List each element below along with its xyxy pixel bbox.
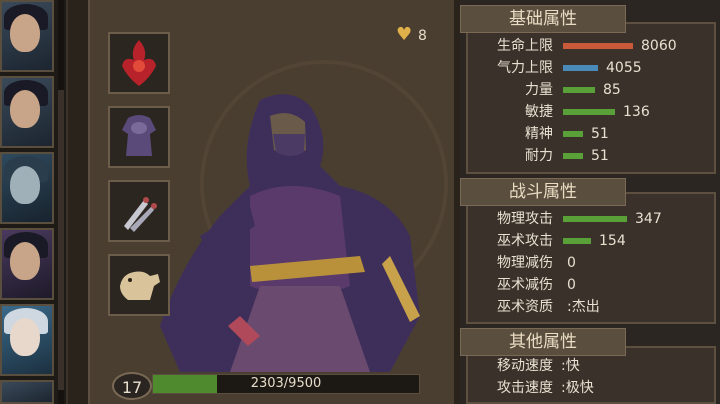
attribute-row: 敏捷 136 (0, 102, 720, 122)
attribute-row: 物理减伤 0 (0, 253, 720, 273)
attribute-label: 巫术减伤 (497, 277, 553, 293)
attribute-label: 巫术攻击 (497, 233, 553, 249)
attribute-value: 51 (591, 126, 609, 142)
attribute-label: 精神 (525, 126, 553, 142)
attribute-value: :极快 (561, 380, 594, 396)
attribute-label: 移动速度 (497, 358, 553, 374)
attribute-value: 0 (567, 255, 576, 271)
attribute-value: 136 (623, 104, 650, 120)
attribute-value: 51 (591, 148, 609, 164)
attribute-label: 敏捷 (525, 104, 553, 120)
attribute-row: 精神 51 (0, 124, 720, 144)
attribute-bar (563, 238, 591, 244)
attribute-bar (563, 65, 598, 71)
attribute-row: 巫术减伤 0 (0, 275, 720, 295)
attribute-bar (563, 43, 633, 49)
attribute-row: 巫术资质 :杰出 (0, 297, 720, 317)
attribute-row: 气力上限 4055 (0, 58, 720, 78)
attribute-value: :杰出 (567, 299, 600, 315)
attribute-bar (563, 87, 595, 93)
attribute-label: 力量 (525, 82, 553, 98)
attribute-row: 攻击速度 :极快 (0, 378, 720, 398)
attribute-row: 耐力 51 (0, 146, 720, 166)
attribute-row: 生命上限 8060 (0, 36, 720, 56)
attribute-value: 8060 (641, 38, 677, 54)
attribute-bar (563, 153, 583, 159)
attribute-bar (563, 109, 615, 115)
attribute-row: 移动速度 :快 (0, 356, 720, 376)
attribute-row: 力量 85 (0, 80, 720, 100)
attribute-label: 巫术资质 (497, 299, 553, 315)
attribute-label: 物理攻击 (497, 211, 553, 227)
attribute-value: 4055 (606, 60, 642, 76)
attribute-row: 物理攻击 347 (0, 209, 720, 229)
attribute-label: 生命上限 (497, 38, 553, 54)
basic-attributes-title: 基础属性 (460, 5, 626, 33)
attribute-label: 攻击速度 (497, 380, 553, 396)
attribute-value: 0 (567, 277, 576, 293)
attribute-label: 物理减伤 (497, 255, 553, 271)
attribute-bar (563, 131, 583, 137)
other-attributes-title: 其他属性 (460, 328, 626, 356)
attribute-value: :快 (561, 358, 580, 374)
combat-attributes-title: 战斗属性 (460, 178, 626, 206)
attribute-label: 气力上限 (497, 60, 553, 76)
attribute-value: 85 (603, 82, 621, 98)
attribute-row: 巫术攻击 154 (0, 231, 720, 251)
attribute-value: 154 (599, 233, 626, 249)
attribute-value: 347 (635, 211, 662, 227)
attribute-label: 耐力 (525, 148, 553, 164)
attribute-bar (563, 216, 627, 222)
